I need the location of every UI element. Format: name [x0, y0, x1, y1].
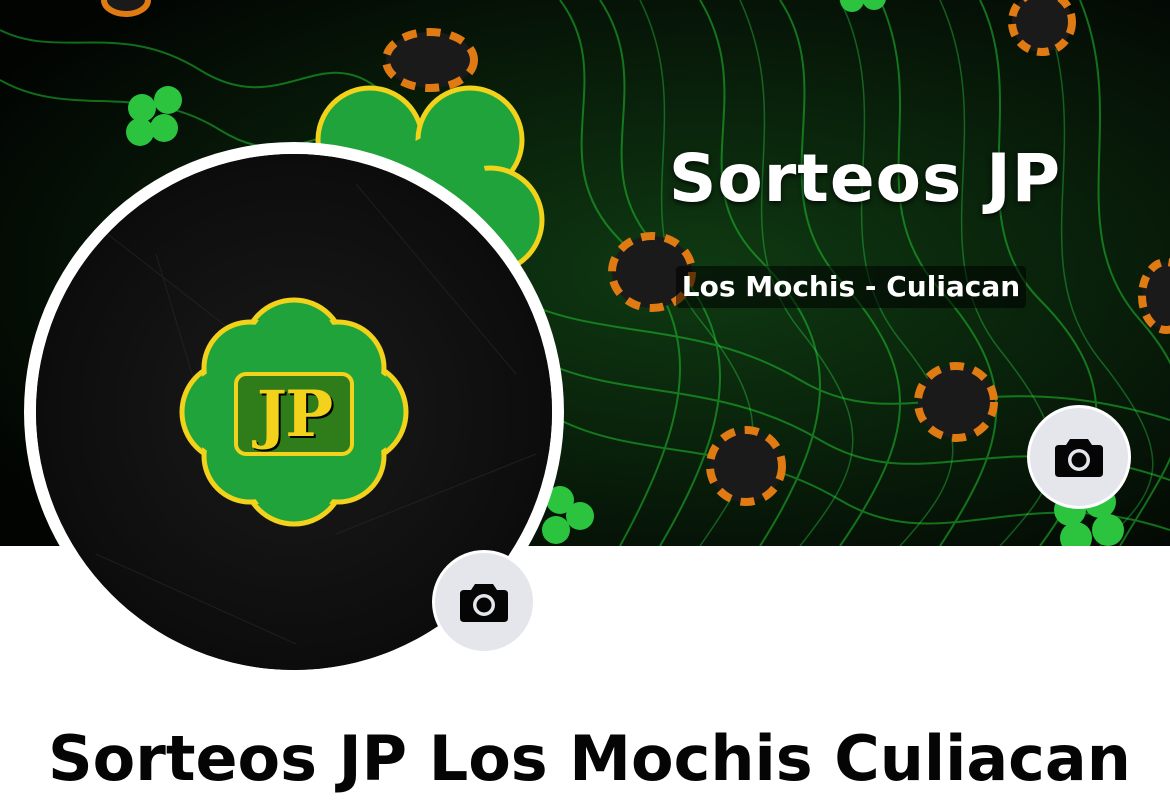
- page-name: Sorteos JP Los Mochis Culiacan: [48, 722, 1131, 795]
- camera-icon: [460, 584, 508, 622]
- camera-icon: [1055, 439, 1103, 477]
- edit-profile-picture-button[interactable]: [432, 550, 536, 654]
- edit-cover-photo-button[interactable]: [1027, 405, 1131, 509]
- profile-logo-text: JP: [256, 377, 333, 452]
- cover-title: Sorteos JP: [668, 140, 1062, 217]
- profile-page: Sorteos JP Los Mochis - Culiacan JP Sort…: [0, 0, 1170, 800]
- cover-subtitle: Los Mochis - Culiacan: [676, 266, 1026, 308]
